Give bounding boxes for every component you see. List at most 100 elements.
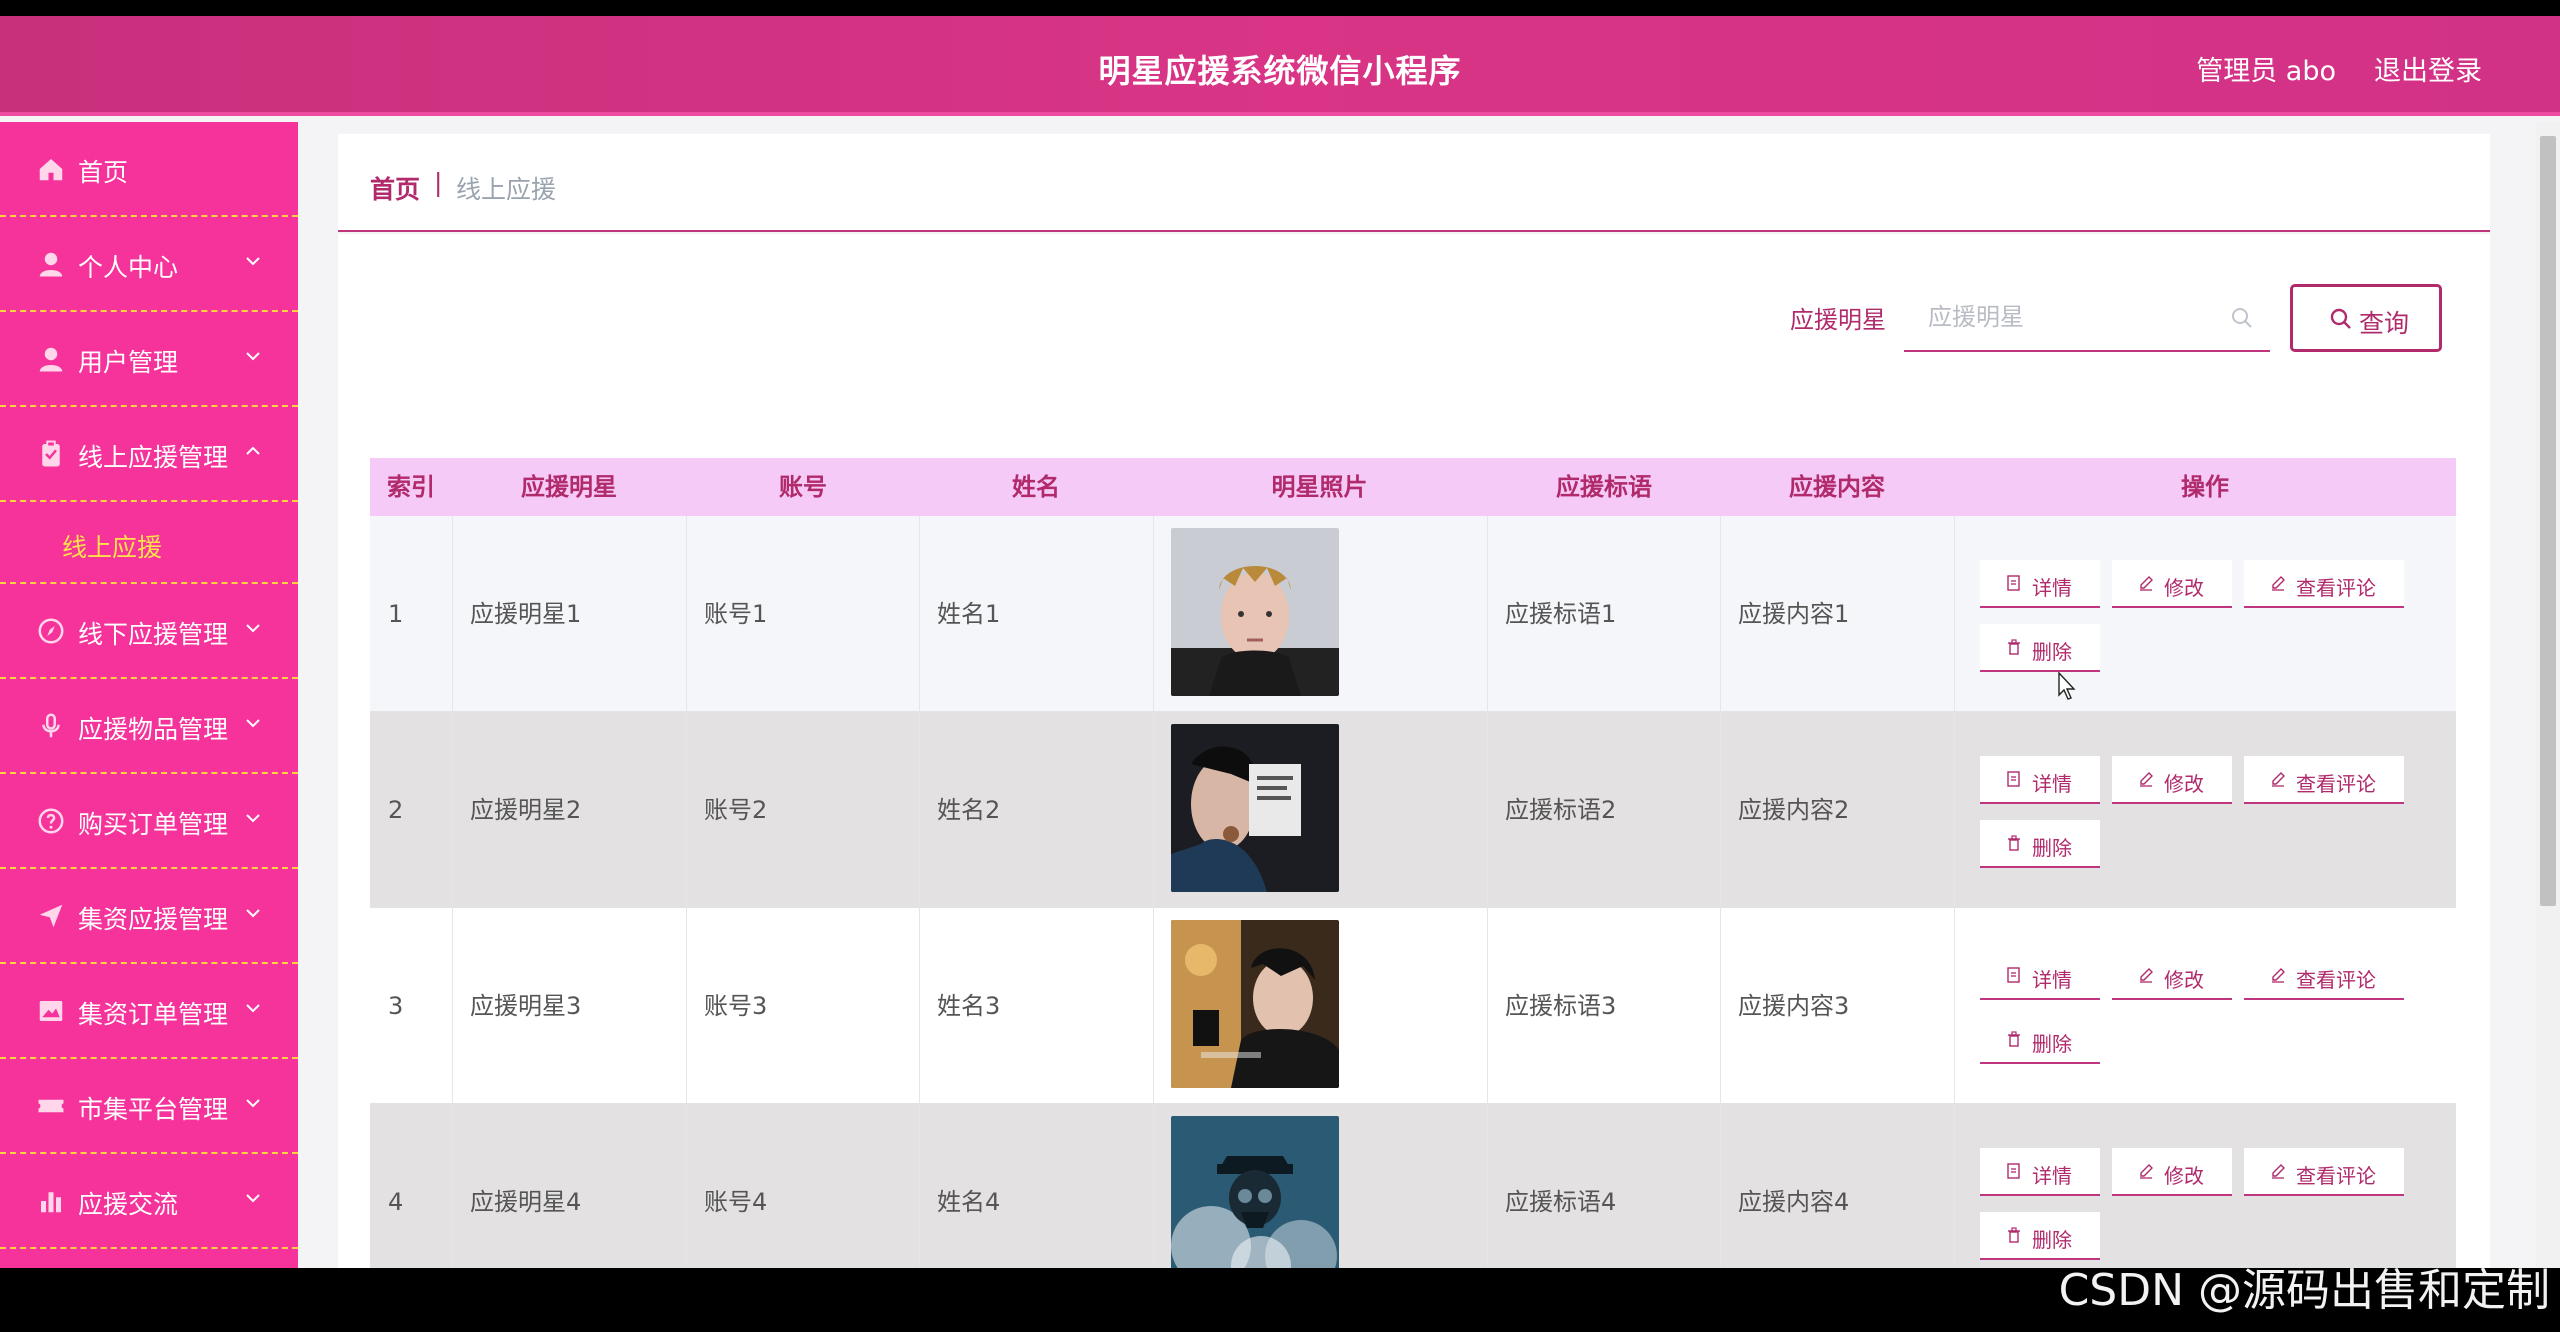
sidebar-item[interactable]: 购买订单管理 bbox=[0, 774, 298, 869]
pencil-icon bbox=[2140, 576, 2153, 591]
breadcrumb-current: 线上应援 bbox=[456, 175, 557, 204]
cell-index: 1 bbox=[388, 600, 404, 628]
detail-button[interactable]: 详情 bbox=[1980, 756, 2100, 804]
sidebar-item[interactable]: 个人中心 bbox=[0, 217, 298, 312]
column-divider bbox=[1153, 712, 1154, 907]
column-divider bbox=[1954, 712, 1955, 907]
delete-button[interactable]: 删除 bbox=[1980, 624, 2100, 672]
app-title: 明星应援系统微信小程序 bbox=[1098, 52, 1462, 90]
query-button[interactable]: 查询 bbox=[2290, 284, 2442, 352]
sidebar-item[interactable]: 市集平台管理 bbox=[0, 1059, 298, 1154]
breadcrumb-home[interactable]: 首页 bbox=[370, 170, 420, 206]
data-table: 索引 应援明星 账号 姓名 明星照片 应援标语 应援内容 操作 1 应援明星1 账号1 姓名1 应援标… bbox=[370, 458, 2456, 1268]
column-divider bbox=[1954, 1104, 1955, 1268]
cell-index: 3 bbox=[388, 992, 404, 1020]
comments-button[interactable]: 查看评论 bbox=[2244, 560, 2404, 608]
cell-account: 账号2 bbox=[704, 796, 768, 824]
sidebar-item-label: 用户管理 bbox=[78, 348, 179, 377]
pencil-icon bbox=[2272, 772, 2285, 787]
vertical-scrollbar[interactable] bbox=[2536, 122, 2560, 1268]
comments-button-label: 查看评论 bbox=[2296, 968, 2376, 992]
delete-button[interactable]: 删除 bbox=[1980, 1212, 2100, 1260]
chevron-down-icon bbox=[242, 806, 264, 828]
detail-button-label: 详情 bbox=[2032, 1164, 2072, 1188]
table-row: 4 应援明星4 账号4 姓名4 应援标语4 应援内容4 详情 修改 查看评论 删除 bbox=[370, 1104, 2456, 1268]
cell-content: 应援内容2 bbox=[1738, 796, 1850, 824]
cell-name: 姓名3 bbox=[937, 992, 1001, 1020]
pencil-icon bbox=[2140, 1164, 2153, 1179]
app-window: 明星应援系统微信小程序 管理员 abo 退出登录 首页 个人中心 用户管理 线上应援管… bbox=[0, 16, 2560, 1268]
sidebar-item[interactable]: 集资应援管理 bbox=[0, 869, 298, 964]
detail-button-label: 详情 bbox=[2032, 772, 2072, 796]
comments-button-label: 查看评论 bbox=[2296, 1164, 2376, 1188]
sidebar-item[interactable]: 应援交流 bbox=[0, 1154, 298, 1249]
column-header: 明星照片 bbox=[1271, 473, 1368, 501]
pencil-icon bbox=[2140, 968, 2153, 983]
cell-slogan: 应援标语1 bbox=[1505, 600, 1617, 628]
sidebar-item-label: 应援物品管理 bbox=[78, 715, 229, 744]
sidebar-item[interactable]: 用户管理 bbox=[0, 312, 298, 407]
clipboard-icon bbox=[36, 439, 66, 469]
cell-content: 应援内容3 bbox=[1738, 992, 1850, 1020]
column-divider bbox=[1153, 908, 1154, 1103]
table-header: 索引 应援明星 账号 姓名 明星照片 应援标语 应援内容 操作 bbox=[370, 458, 2456, 516]
delete-button-label: 删除 bbox=[2032, 640, 2072, 664]
microphone-icon bbox=[36, 711, 66, 741]
send-icon bbox=[36, 901, 66, 931]
document-icon bbox=[2007, 1163, 2020, 1179]
cell-slogan: 应援标语4 bbox=[1505, 1188, 1617, 1216]
trash-icon bbox=[2008, 1031, 2020, 1047]
comments-button[interactable]: 查看评论 bbox=[2244, 756, 2404, 804]
mouse-cursor-icon bbox=[2058, 672, 2076, 700]
bar-chart-icon bbox=[36, 1186, 66, 1216]
cell-slogan: 应援标语3 bbox=[1505, 992, 1617, 1020]
cell-account: 账号3 bbox=[704, 992, 768, 1020]
query-button-label: 查询 bbox=[2359, 310, 2410, 338]
detail-button-label: 详情 bbox=[2032, 576, 2072, 600]
delete-button[interactable]: 删除 bbox=[1980, 1016, 2100, 1064]
chevron-down-icon bbox=[242, 996, 264, 1018]
column-header: 操作 bbox=[2181, 473, 2229, 501]
detail-button-label: 详情 bbox=[2032, 968, 2072, 992]
delete-button[interactable]: 删除 bbox=[1980, 820, 2100, 868]
cell-index: 4 bbox=[388, 1188, 404, 1216]
sidebar-item-label: 线上应援管理 bbox=[78, 443, 229, 472]
column-header: 应援内容 bbox=[1789, 473, 1885, 501]
table-row: 3 应援明星3 账号3 姓名3 应援标语3 应援内容3 详情 修改 查看评论 删除 bbox=[370, 908, 2456, 1104]
table-body: 1 应援明星1 账号1 姓名1 应援标语1 应援内容1 详情 修改 查看评论 删除 2 应援明星2 账号… bbox=[370, 516, 2456, 1268]
column-header: 账号 bbox=[779, 473, 827, 501]
sidebar-subitem[interactable]: 线上应援 bbox=[0, 502, 298, 584]
detail-button[interactable]: 详情 bbox=[1980, 1148, 2100, 1196]
cell-account: 账号4 bbox=[704, 1188, 768, 1216]
comments-button[interactable]: 查看评论 bbox=[2244, 952, 2404, 1000]
column-header: 应援标语 bbox=[1556, 473, 1652, 501]
cell-name: 姓名4 bbox=[937, 1188, 1001, 1216]
chevron-down-icon bbox=[242, 1091, 264, 1113]
user-icon bbox=[36, 344, 66, 374]
user-icon bbox=[36, 249, 66, 279]
pencil-icon bbox=[2272, 576, 2285, 591]
chevron-down-icon bbox=[242, 249, 264, 271]
edit-button-label: 修改 bbox=[2164, 576, 2204, 600]
scrollbar-thumb[interactable] bbox=[2540, 136, 2556, 906]
logout-link[interactable]: 退出登录 bbox=[2374, 49, 2482, 88]
document-icon bbox=[2007, 967, 2020, 983]
edit-button[interactable]: 修改 bbox=[2112, 560, 2232, 608]
edit-button[interactable]: 修改 bbox=[2112, 756, 2232, 804]
detail-button[interactable]: 详情 bbox=[1980, 952, 2100, 1000]
search-input[interactable] bbox=[1904, 284, 2224, 350]
detail-button[interactable]: 详情 bbox=[1980, 560, 2100, 608]
star-photo bbox=[1171, 528, 1339, 696]
edit-button[interactable]: 修改 bbox=[2112, 1148, 2232, 1196]
sidebar-item[interactable]: 集资订单管理 bbox=[0, 964, 298, 1059]
sidebar-item[interactable]: 线下应援管理 bbox=[0, 584, 298, 679]
sidebar-item[interactable]: 线上应援管理 bbox=[0, 407, 298, 502]
comments-button[interactable]: 查看评论 bbox=[2244, 1148, 2404, 1196]
sidebar-item[interactable]: 应援物品管理 bbox=[0, 679, 298, 774]
cell-slogan: 应援标语2 bbox=[1505, 796, 1617, 824]
sidebar-item[interactable]: 首页 bbox=[0, 122, 298, 217]
document-icon bbox=[2007, 771, 2020, 787]
table-row: 1 应援明星1 账号1 姓名1 应援标语1 应援内容1 详情 修改 查看评论 删除 bbox=[370, 516, 2456, 712]
picture-icon bbox=[36, 996, 66, 1026]
edit-button[interactable]: 修改 bbox=[2112, 952, 2232, 1000]
